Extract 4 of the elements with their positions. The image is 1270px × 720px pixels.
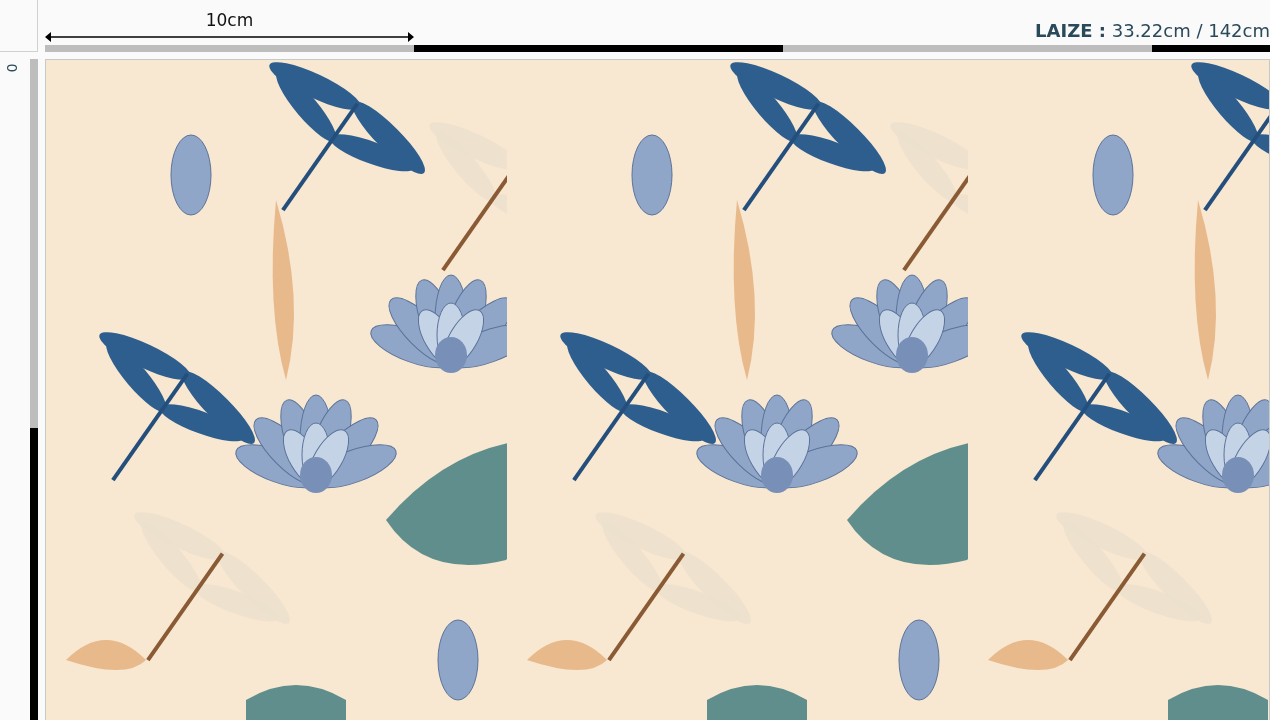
ruler-corner xyxy=(0,0,38,52)
origin-label: 0 xyxy=(5,63,20,73)
fabric-width-text: LAIZE : 33.22cm / 142cm xyxy=(1035,20,1270,41)
scale-label: 10cm xyxy=(205,10,254,30)
